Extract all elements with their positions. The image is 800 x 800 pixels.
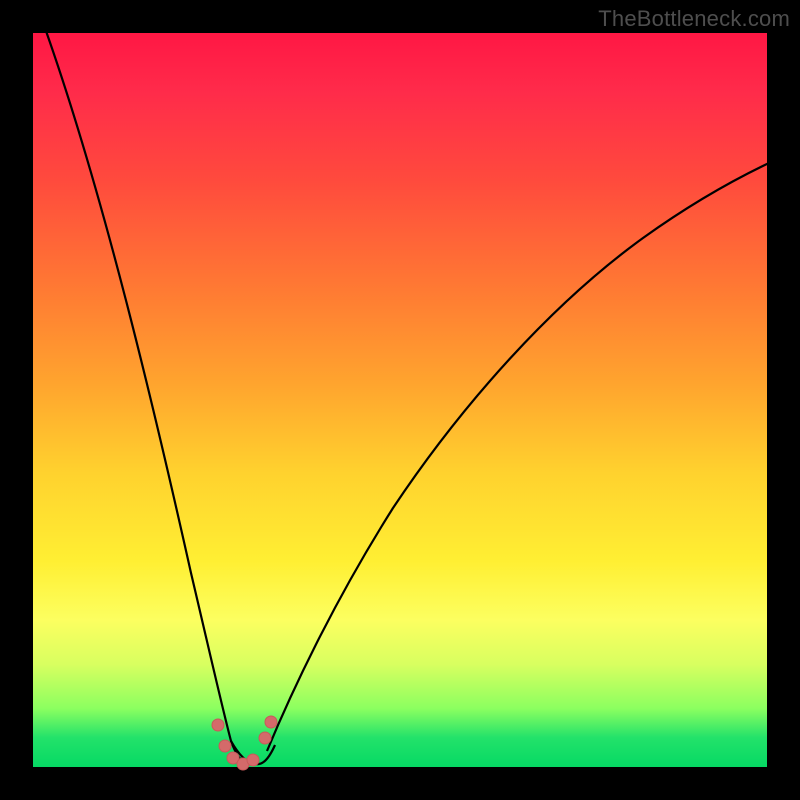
marker-dot [212,719,224,731]
marker-dot [265,716,277,728]
marker-dot [219,740,231,752]
chart-frame: TheBottleneck.com [0,0,800,800]
plot-area [33,33,767,767]
bottleneck-curve [33,33,767,767]
marker-dot [259,732,271,744]
watermark-text: TheBottleneck.com [598,6,790,32]
marker-dot [247,754,259,766]
curve-right-branch [267,163,769,751]
curve-left-branch [46,31,247,764]
